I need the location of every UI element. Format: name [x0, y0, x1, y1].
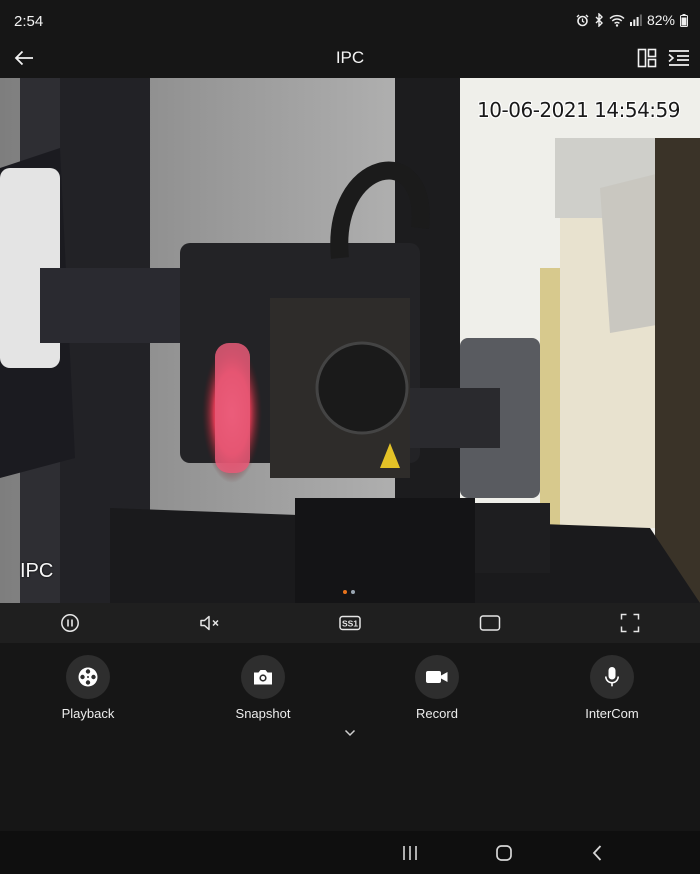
playback-reel-icon: [78, 667, 98, 687]
camera-icon: [254, 670, 272, 685]
fullscreen-button[interactable]: [617, 610, 643, 636]
snapshot-circle: [241, 655, 285, 699]
signal-icon: [629, 14, 642, 26]
quality-button[interactable]: SS1: [337, 610, 363, 636]
camera-label: IPC: [20, 560, 54, 582]
quality-label: SS1: [342, 619, 358, 629]
bluetooth-icon: [594, 13, 604, 27]
record-button[interactable]: Record: [382, 655, 492, 721]
battery-percent: 82%: [646, 12, 675, 28]
intercom-button[interactable]: InterCom: [557, 655, 667, 721]
chevron-down-icon: [344, 729, 356, 737]
pause-button[interactable]: [57, 610, 83, 636]
mute-icon: [200, 615, 219, 631]
mute-button[interactable]: [197, 610, 223, 636]
menu-icon: [668, 50, 689, 66]
nav-back-button[interactable]: [585, 841, 609, 865]
home-icon: [496, 845, 512, 861]
record-label: Record: [416, 706, 458, 721]
video-timestamp: 10-06-2021 14:54:59: [477, 98, 680, 122]
page-indicator: [343, 590, 355, 594]
video-camera-icon: [426, 671, 448, 683]
playback-button[interactable]: Playback: [33, 655, 143, 721]
nav-back-icon: [592, 845, 602, 861]
recent-apps-button[interactable]: [398, 841, 422, 865]
layout-icon: [637, 48, 657, 68]
layout-button[interactable]: [634, 45, 660, 71]
page-dot-active: [343, 590, 347, 594]
playback-label: Playback: [61, 706, 115, 721]
playback-controls: SS1: [0, 603, 700, 643]
app-bar: IPC: [0, 40, 700, 76]
pause-icon: [61, 614, 79, 632]
menu-button[interactable]: [666, 45, 692, 71]
snapshot-button[interactable]: Snapshot: [208, 655, 318, 721]
screen-ratio-button[interactable]: [477, 610, 503, 636]
page-dot: [351, 590, 355, 594]
home-button[interactable]: [492, 841, 516, 865]
record-circle: [415, 655, 459, 699]
intercom-circle: [590, 655, 634, 699]
expand-more-button[interactable]: [340, 725, 360, 741]
fullscreen-icon: [620, 613, 640, 633]
status-icons: 82%: [576, 12, 688, 28]
alarm-icon: [576, 14, 589, 27]
status-bar: 2:54 82%: [0, 0, 700, 40]
playback-circle: [66, 655, 110, 699]
system-nav-bar: [0, 831, 700, 874]
page-title: IPC: [335, 48, 365, 67]
snapshot-label: Snapshot: [235, 706, 291, 721]
intercom-label: InterCom: [585, 706, 639, 721]
screen-ratio-icon: [479, 615, 501, 631]
camera-image: [0, 78, 700, 603]
battery-icon: [680, 13, 688, 27]
status-time: 2:54: [14, 13, 44, 30]
microphone-icon: [605, 667, 619, 687]
wifi-icon: [609, 14, 625, 27]
quality-icon: SS1: [339, 615, 361, 631]
action-panel: Playback Snapshot Record InterCom: [0, 643, 700, 831]
recent-apps-icon: [403, 846, 417, 860]
video-feed[interactable]: 10-06-2021 14:54:59 IPC: [0, 78, 700, 603]
